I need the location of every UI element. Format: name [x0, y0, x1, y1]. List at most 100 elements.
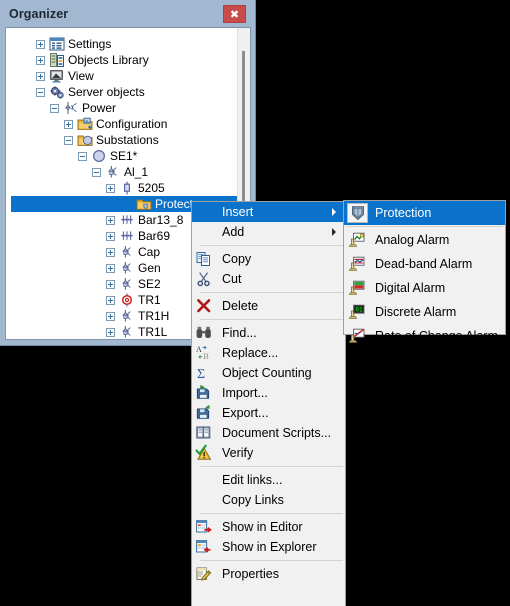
- expand-icon[interactable]: [106, 295, 115, 305]
- tree-item-5205[interactable]: 5205: [6, 180, 238, 196]
- line-device-icon: [119, 244, 135, 260]
- rate-change-alarm-icon: [347, 326, 369, 346]
- tree-item-al-1[interactable]: Al_1: [6, 164, 238, 180]
- insert-submenu[interactable]: Protection Analog Alarm Dead-band Alarm: [343, 200, 506, 343]
- expand-icon[interactable]: [106, 327, 115, 337]
- submenu-item-label: Analog Alarm: [375, 233, 450, 247]
- menu-item-properties[interactable]: Properties: [192, 564, 345, 584]
- menu-item-label: Add: [222, 225, 245, 239]
- power-node-icon: [63, 100, 79, 116]
- menu-item-add[interactable]: Add: [192, 222, 345, 242]
- submenu-item-protection[interactable]: Protection: [344, 201, 505, 225]
- substations-folder-icon: [77, 132, 93, 148]
- menu-item-label: Document Scripts...: [222, 426, 332, 440]
- expand-icon[interactable]: [106, 215, 115, 225]
- shield-protection-icon: [347, 203, 369, 223]
- submenu-item-dead-band-alarm[interactable]: Dead-band Alarm: [344, 252, 505, 276]
- menu-item-label: Export...: [222, 406, 269, 420]
- menu-item-label: Copy Links: [222, 493, 284, 507]
- settings-grid-icon: [49, 36, 65, 52]
- tree-item-label: TR1H: [138, 309, 170, 323]
- expand-icon[interactable]: [106, 231, 115, 241]
- tree-item-settings[interactable]: Settings: [6, 36, 238, 52]
- line-device-icon: [119, 260, 135, 276]
- expand-icon[interactable]: [106, 247, 115, 257]
- submenu-item-label: Rate of Change Alarm: [375, 329, 498, 343]
- svg-text:B: B: [203, 352, 208, 361]
- menu-item-label: Edit links...: [222, 473, 283, 487]
- tree-item-server-objects[interactable]: Server objects: [6, 84, 238, 100]
- tree-item-label: 5205: [138, 181, 165, 195]
- menu-item-label: Show in Editor: [222, 520, 303, 534]
- menu-item-show-in-editor[interactable]: Show in Editor: [192, 517, 345, 537]
- expand-icon[interactable]: [106, 183, 115, 193]
- menu-separator: [200, 319, 343, 320]
- menu-item-label: Delete: [222, 299, 259, 313]
- expand-icon[interactable]: [36, 39, 45, 49]
- show-explorer-icon: [195, 538, 217, 556]
- menu-item-label: Properties: [222, 567, 279, 581]
- menu-item-object-counting[interactable]: Σ Object Counting: [192, 363, 345, 383]
- collapse-icon[interactable]: [36, 87, 45, 97]
- menu-item-insert[interactable]: Insert: [192, 202, 345, 222]
- menu-item-replace[interactable]: A B Replace...: [192, 343, 345, 363]
- tree-item-label: Cap: [138, 245, 161, 259]
- analog-alarm-icon: [347, 230, 369, 250]
- menu-item-label: Replace...: [222, 346, 279, 360]
- tree-item-substations[interactable]: Substations: [6, 132, 238, 148]
- expand-icon[interactable]: [106, 279, 115, 289]
- submenu-item-analog-alarm[interactable]: Analog Alarm: [344, 228, 505, 252]
- collapse-icon[interactable]: [50, 103, 59, 113]
- svg-text:A: A: [196, 345, 202, 354]
- tree-item-se1-[interactable]: SE1*: [6, 148, 238, 164]
- discrete-alarm-icon: 01: [347, 302, 369, 322]
- submenu-item-discrete-alarm[interactable]: 01 Discrete Alarm: [344, 300, 505, 324]
- menu-item-label: Show in Explorer: [222, 540, 317, 554]
- menu-item-show-in-explorer[interactable]: Show in Explorer: [192, 537, 345, 557]
- menu-item-document-scripts[interactable]: Document Scripts...: [192, 423, 345, 443]
- replace-icon: A B: [195, 344, 217, 362]
- menu-item-export[interactable]: Export...: [192, 403, 345, 423]
- collapse-icon[interactable]: [78, 151, 87, 161]
- menu-item-copy-links[interactable]: Copy Links: [192, 490, 345, 510]
- tree-item-label: Gen: [138, 261, 161, 275]
- menu-item-find[interactable]: Find...: [192, 323, 345, 343]
- collapse-icon[interactable]: [64, 135, 73, 145]
- scissors-icon: [195, 270, 217, 288]
- tree-item-label: SE1*: [110, 149, 138, 163]
- copy-icon: [195, 250, 217, 268]
- binoculars-icon: [195, 324, 217, 342]
- submenu-arrow-icon: [332, 208, 336, 216]
- menu-item-cut[interactable]: Cut: [192, 269, 345, 289]
- book-icon: [195, 424, 217, 442]
- tree-item-view[interactable]: View: [6, 68, 238, 84]
- tree-item-label: Bar13_8: [138, 213, 184, 227]
- line-device-icon: [119, 308, 135, 324]
- submenu-item-rate-of-change-alarm[interactable]: Rate of Change Alarm: [344, 324, 505, 348]
- delete-x-icon: [195, 297, 217, 315]
- menu-item-delete[interactable]: Delete: [192, 296, 345, 316]
- svg-text:01: 01: [355, 306, 363, 313]
- tree-item-objects-library[interactable]: Objects Library: [6, 52, 238, 68]
- submenu-item-digital-alarm[interactable]: Digital Alarm: [344, 276, 505, 300]
- server-gears-icon: [49, 84, 65, 100]
- expand-icon[interactable]: [36, 71, 45, 81]
- expand-icon[interactable]: [106, 311, 115, 321]
- tree-item-power[interactable]: Power: [6, 100, 238, 116]
- menu-item-copy[interactable]: Copy: [192, 249, 345, 269]
- properties-icon: [195, 565, 217, 583]
- close-button[interactable]: ✖: [223, 5, 246, 23]
- context-menu[interactable]: Insert Add Copy Cut Delete Find... A B R…: [191, 201, 346, 606]
- expand-icon[interactable]: [64, 119, 73, 129]
- expand-icon[interactable]: [36, 55, 45, 65]
- breaker-icon: [119, 180, 135, 196]
- menu-item-edit-links[interactable]: Edit links...: [192, 470, 345, 490]
- expand-icon[interactable]: [106, 263, 115, 273]
- tree-item-configuration[interactable]: Configuration: [6, 116, 238, 132]
- collapse-icon[interactable]: [92, 167, 101, 177]
- menu-icon-placeholder: [195, 491, 217, 509]
- busbar-icon: [119, 212, 135, 228]
- menu-item-import[interactable]: Import...: [192, 383, 345, 403]
- menu-item-verify[interactable]: Verify: [192, 443, 345, 463]
- tree-item-label: Substations: [96, 133, 159, 147]
